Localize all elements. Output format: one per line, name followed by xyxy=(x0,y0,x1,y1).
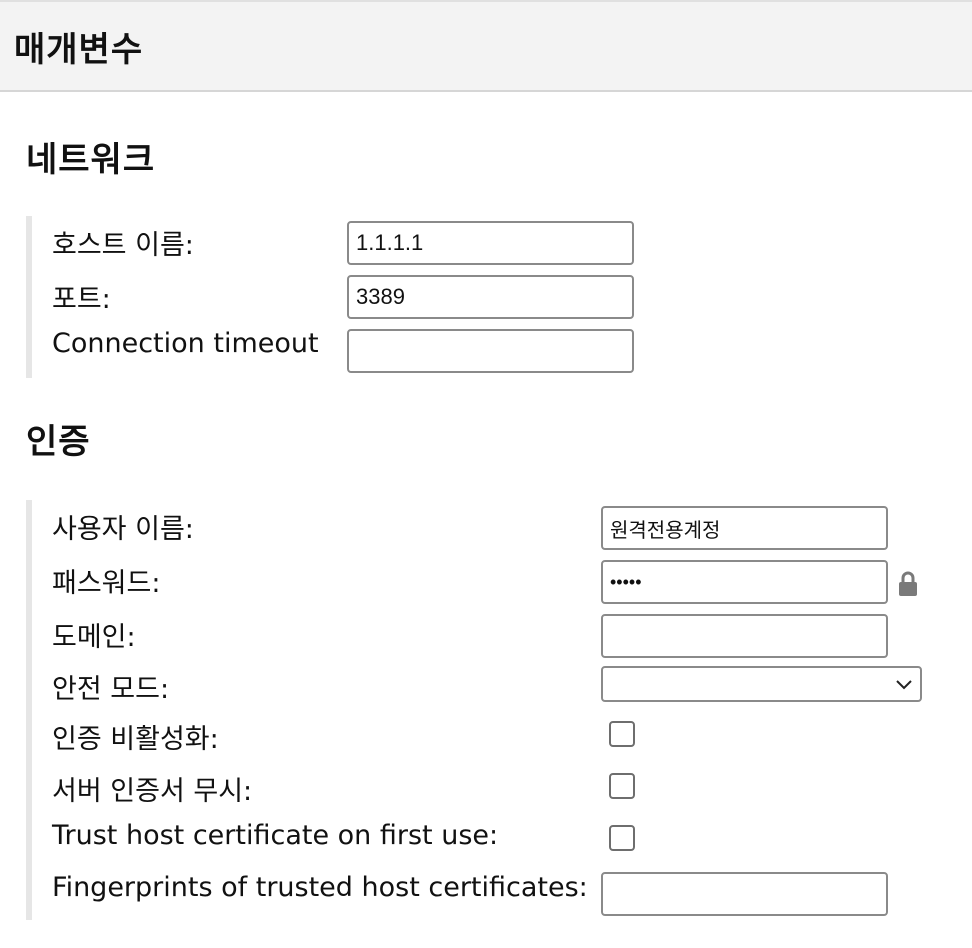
trust-first-use-label: Trust host certificate on first use: xyxy=(52,820,499,851)
auth-group: 사용자 이름: 패스워드: 도메인: 안전 모드: 인증 비활성화: 서버 인증… xyxy=(26,500,946,920)
chevron-down-icon xyxy=(896,680,912,690)
domain-input[interactable] xyxy=(601,614,888,658)
disable-auth-row: 인증 비활성화: xyxy=(32,716,952,760)
security-mode-select[interactable] xyxy=(601,666,922,702)
password-row: 패스워드: xyxy=(32,560,952,604)
auth-section-title: 인증 xyxy=(26,422,91,462)
hostname-row: 호스트 이름: xyxy=(32,220,672,265)
fingerprints-input[interactable] xyxy=(601,872,888,916)
security-mode-row: 안전 모드: xyxy=(32,666,952,710)
password-label: 패스워드: xyxy=(52,568,161,599)
timeout-row: Connection timeout xyxy=(32,328,672,373)
port-input[interactable] xyxy=(347,275,634,319)
port-row: 포트: xyxy=(32,274,672,319)
disable-auth-checkbox[interactable] xyxy=(609,721,635,747)
timeout-input[interactable] xyxy=(347,329,634,373)
trust-first-use-checkbox[interactable] xyxy=(609,825,635,851)
hostname-label: 호스트 이름: xyxy=(52,230,194,261)
timeout-label: Connection timeout xyxy=(52,328,319,359)
lock-icon xyxy=(899,571,917,596)
ignore-cert-label: 서버 인증서 무시: xyxy=(52,776,253,807)
port-label: 포트: xyxy=(52,284,111,315)
ignore-cert-row: 서버 인증서 무시: xyxy=(32,768,952,812)
network-section-title: 네트워크 xyxy=(26,140,156,180)
username-row: 사용자 이름: xyxy=(32,506,952,550)
disable-auth-label: 인증 비활성화: xyxy=(52,724,219,755)
ignore-cert-checkbox[interactable] xyxy=(609,773,635,799)
page-header: 매개변수 xyxy=(0,0,972,92)
domain-row: 도메인: xyxy=(32,614,952,658)
username-label: 사용자 이름: xyxy=(52,514,194,545)
security-mode-label: 안전 모드: xyxy=(52,674,170,705)
password-input[interactable] xyxy=(601,560,888,604)
fingerprints-label: Fingerprints of trusted host certificate… xyxy=(52,872,588,903)
network-group: 호스트 이름: 포트: Connection timeout xyxy=(26,216,666,378)
fingerprints-row: Fingerprints of trusted host certificate… xyxy=(32,872,952,916)
username-input[interactable] xyxy=(601,506,888,550)
page-title: 매개변수 xyxy=(14,30,144,70)
domain-label: 도메인: xyxy=(52,622,136,653)
hostname-input[interactable] xyxy=(347,221,634,265)
trust-first-use-row: Trust host certificate on first use: xyxy=(32,820,952,864)
